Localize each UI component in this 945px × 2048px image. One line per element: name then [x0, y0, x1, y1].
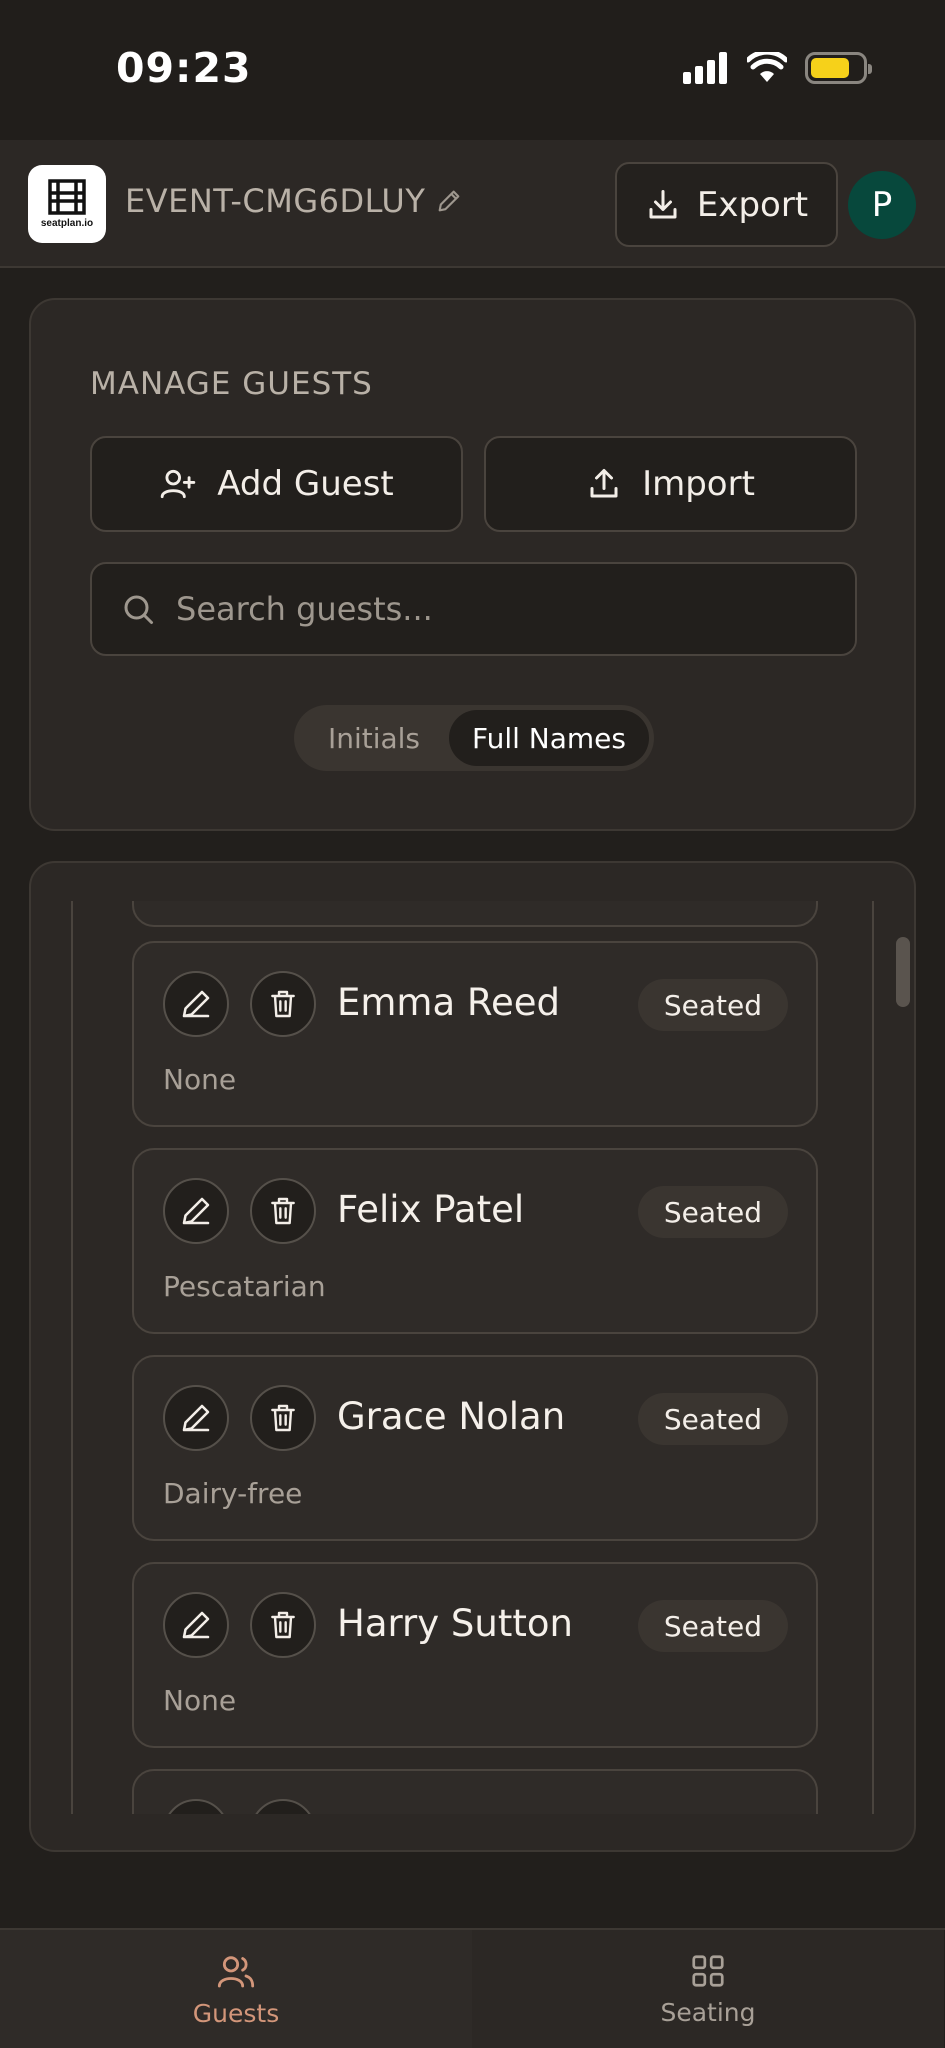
- delete-guest-button[interactable]: [250, 1592, 316, 1658]
- export-button[interactable]: Export: [615, 162, 838, 247]
- signal-icon: [683, 52, 727, 84]
- nav-tab-guests[interactable]: Guests: [0, 1930, 472, 2048]
- download-icon: [649, 189, 677, 218]
- user-plus-icon: [160, 469, 196, 499]
- pencil-icon[interactable]: [435, 187, 463, 215]
- wifi-icon: [747, 52, 787, 82]
- guest-card: Grace Nolan Seated Dairy-free: [132, 1355, 818, 1541]
- nav-guests-label: Guests: [192, 1998, 280, 2028]
- edit-guest-button[interactable]: [163, 1592, 229, 1658]
- manage-guests-card: MANAGE GUESTS Add Guest Import Initials …: [29, 298, 916, 831]
- dietary-label: None: [163, 1684, 237, 1717]
- guest-card-partial: [132, 901, 818, 927]
- guest-card: Harry Sutton Seated None: [132, 1562, 818, 1748]
- event-name-text: EVENT-CMG6DLUY: [125, 182, 426, 220]
- status-badge: Seated: [637, 1600, 788, 1652]
- import-label: Import: [642, 464, 755, 504]
- status-icons: [683, 52, 872, 84]
- guest-card: Felix Patel Seated Pescatarian: [132, 1148, 818, 1334]
- scrollbar-thumb[interactable]: [896, 937, 910, 1007]
- dietary-label: None: [163, 1063, 237, 1096]
- edit-guest-button[interactable]: [163, 1385, 229, 1451]
- delete-guest-button[interactable]: [250, 1385, 316, 1451]
- guest-name: Grace Nolan: [337, 1395, 566, 1438]
- export-label: Export: [696, 184, 809, 225]
- pencil-icon: [182, 1611, 210, 1639]
- dietary-label: Pescatarian: [163, 1270, 326, 1303]
- toggle-full-names[interactable]: Full Names: [449, 710, 649, 766]
- users-icon: [217, 1955, 255, 1987]
- edit-guest-button[interactable]: [163, 1178, 229, 1244]
- status-badge: Seated: [637, 979, 788, 1031]
- dietary-label: Dairy-free: [163, 1477, 303, 1510]
- edit-guest-button[interactable]: [163, 971, 229, 1037]
- guest-name: Emma Reed: [337, 981, 560, 1024]
- delete-guest-button[interactable]: [250, 971, 316, 1037]
- logo-text: seatplan.io: [40, 218, 94, 229]
- guest-card: Emma Reed Seated None: [132, 941, 818, 1127]
- pencil-icon: [182, 990, 210, 1018]
- add-guest-label: Add Guest: [217, 464, 394, 504]
- import-button[interactable]: Import: [484, 436, 857, 532]
- edit-guest-button[interactable]: [163, 1799, 229, 1814]
- delete-guest-button[interactable]: [250, 1178, 316, 1244]
- delete-guest-button[interactable]: [250, 1799, 316, 1814]
- trash-icon: [271, 1197, 295, 1225]
- battery-icon: [805, 52, 872, 84]
- upload-icon: [590, 469, 618, 498]
- battery-level: [811, 58, 849, 78]
- guest-list-card: Emma Reed Seated None Felix Patel Seated…: [29, 861, 916, 1852]
- status-time: 09:23: [116, 44, 252, 92]
- nav-tab-seating[interactable]: Seating: [472, 1930, 944, 2048]
- app-header: seatplan.io EVENT-CMG6DLUY Export P: [0, 140, 945, 268]
- status-badge: Seated: [637, 1393, 788, 1445]
- name-display-toggle: Initials Full Names: [294, 705, 654, 771]
- section-title: MANAGE GUESTS: [90, 366, 373, 402]
- search-icon: [124, 595, 153, 624]
- nav-seating-label: Seating: [660, 1997, 756, 2027]
- guest-name: Harry Sutton: [337, 1602, 573, 1645]
- bottom-nav: Guests Seating: [0, 1928, 945, 2048]
- guest-list[interactable]: Emma Reed Seated None Felix Patel Seated…: [71, 901, 874, 1814]
- status-badge: Seated: [637, 1186, 788, 1238]
- trash-icon: [271, 1404, 295, 1432]
- search-input[interactable]: [176, 590, 816, 628]
- grid-icon: [692, 1954, 724, 1987]
- toggle-initials[interactable]: Initials: [299, 710, 449, 766]
- guest-name: Felix Patel: [337, 1188, 525, 1231]
- trash-icon: [271, 1611, 295, 1639]
- seatplan-logo-icon: [48, 179, 86, 215]
- avatar[interactable]: P: [848, 171, 916, 239]
- status-bar: 09:23: [0, 0, 945, 140]
- event-name[interactable]: EVENT-CMG6DLUY: [125, 182, 463, 220]
- app-logo[interactable]: seatplan.io: [28, 165, 106, 243]
- trash-icon: [271, 990, 295, 1018]
- pencil-icon: [182, 1404, 210, 1432]
- pencil-icon: [182, 1197, 210, 1225]
- guest-card-partial: [132, 1769, 818, 1814]
- search-box[interactable]: [90, 562, 857, 656]
- add-guest-button[interactable]: Add Guest: [90, 436, 463, 532]
